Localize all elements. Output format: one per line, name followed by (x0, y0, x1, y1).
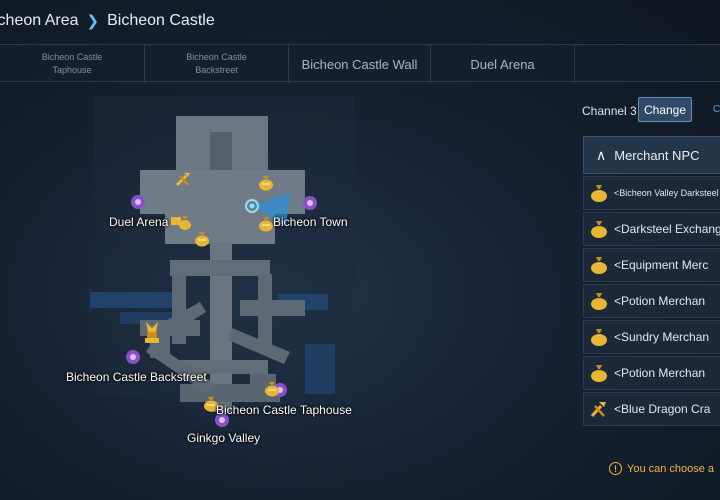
npc-list: <Bicheon Valley Darksteel <Darksteel Exc… (583, 176, 720, 428)
map-label-bicheon-town: Bicheon Town (273, 215, 348, 229)
area-tabs: Bicheon Castle Taphouse Bicheon Castle Bac… (0, 44, 720, 83)
crafting-tools-icon (584, 399, 614, 419)
chevron-right-icon: ❯ (86, 13, 100, 30)
money-bag-icon (584, 291, 614, 311)
money-bag-icon (584, 219, 614, 239)
breadcrumb-area[interactable]: icheon Area (0, 12, 79, 30)
map-label-ginkgo-valley: Ginkgo Valley (187, 431, 261, 445)
notice-text: You can choose a (627, 462, 715, 475)
map-label-duel-arena: Duel Arena (109, 215, 169, 229)
tab-taphouse[interactable]: Bicheon Castle Taphouse (0, 45, 145, 83)
money-bag-icon[interactable] (263, 379, 281, 397)
list-item[interactable]: <Potion Merchan (583, 356, 720, 390)
portal-icon[interactable] (125, 349, 141, 365)
trophy-icon[interactable] (142, 320, 162, 346)
list-item[interactable]: <Darksteel Exchange (583, 212, 720, 246)
money-bag-icon (584, 363, 614, 383)
money-bag-icon[interactable] (193, 229, 211, 247)
map-label-taphouse: Bicheon Castle Taphouse (216, 403, 352, 417)
tab-label-line2: Backstreet (195, 65, 238, 75)
npc-name: <Blue Dragon Cra (614, 402, 711, 416)
warning-icon: ! (609, 462, 622, 475)
npc-name: <Potion Merchan (614, 366, 706, 380)
change-channel-button[interactable]: Change (638, 97, 692, 122)
npc-side-panel: Channel 3 Change C ∧ Merchant NPC <Biche… (575, 84, 720, 500)
tab-label: Duel Arena (470, 56, 535, 72)
tab-duel-arena[interactable]: Duel Arena (431, 45, 575, 83)
player-location-icon (245, 199, 259, 213)
notice-message: ! You can choose a (609, 462, 714, 475)
tab-label: Bicheon Castle Wall (301, 56, 418, 72)
tab-label-line2: Taphouse (52, 65, 92, 75)
money-bag-icon (584, 183, 614, 203)
npc-name: <Potion Merchan (614, 294, 706, 308)
list-item[interactable]: <Equipment Merc (583, 248, 720, 282)
npc-name: <Darksteel Exchange (614, 222, 720, 236)
npc-name: <Equipment Merc (614, 258, 709, 272)
list-item[interactable]: <Potion Merchan (583, 284, 720, 318)
area-map[interactable]: Duel Arena Bicheon Town Bicheon Castle B… (0, 84, 575, 500)
list-item[interactable]: <Blue Dragon Cra (583, 392, 720, 426)
npc-name: <Bicheon Valley Darksteel (614, 188, 719, 198)
channel-label: Channel 3 (582, 104, 637, 118)
breadcrumb: icheon Area ❯ Bicheon Castle (0, 0, 720, 42)
money-bag-icon[interactable] (257, 173, 275, 191)
tab-castle-wall[interactable]: Bicheon Castle Wall (289, 45, 431, 83)
npc-name: <Sundry Merchan (614, 330, 710, 344)
breadcrumb-current: Bicheon Castle (107, 12, 215, 29)
chevron-up-icon: ∧ (596, 146, 607, 163)
tab-backstreet[interactable]: Bicheon Castle Backstreet (145, 45, 289, 83)
tab-label-line1: Bicheon Castle (41, 52, 103, 62)
list-item[interactable]: <Sundry Merchan (583, 320, 720, 354)
money-bag-icon (584, 327, 614, 347)
section-title: Merchant NPC (614, 147, 700, 163)
merchant-npc-header[interactable]: ∧ Merchant NPC (583, 136, 720, 174)
crafting-tools-icon[interactable] (174, 170, 194, 188)
portal-icon[interactable] (302, 195, 318, 211)
list-item[interactable]: <Bicheon Valley Darksteel (583, 176, 720, 210)
portal-icon[interactable] (130, 194, 146, 210)
tab-label-line1: Bicheon Castle (186, 52, 247, 62)
clipped-button-label[interactable]: C (713, 104, 720, 115)
money-bag-icon[interactable] (170, 213, 192, 231)
map-label-backstreet: Bicheon Castle Backstreet (66, 370, 207, 384)
map-layout (0, 84, 575, 500)
money-bag-icon (584, 255, 614, 275)
